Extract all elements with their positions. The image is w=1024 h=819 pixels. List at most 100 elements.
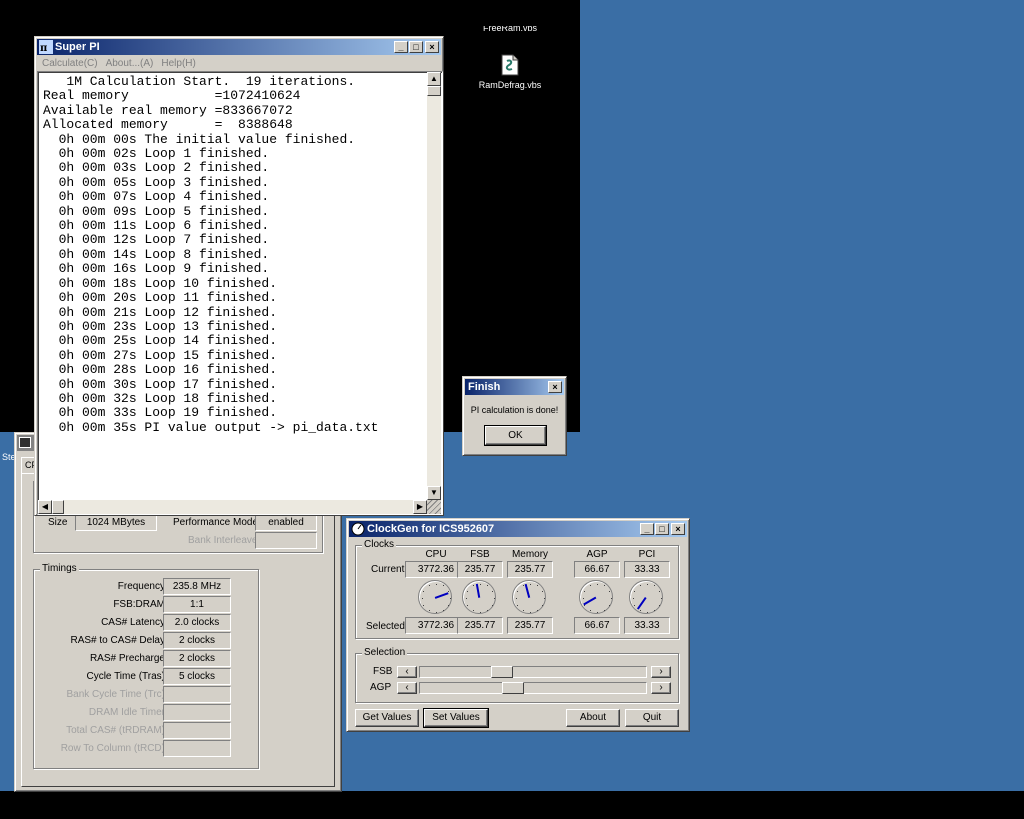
horizontal-scrollbar[interactable]: ◀ ▶	[38, 500, 427, 514]
current-label: Current	[371, 564, 405, 575]
ramdefrag-desktop-icon[interactable]: RamDefrag.vbs	[470, 52, 550, 94]
minimize-button[interactable]: _	[394, 41, 408, 53]
console-line: 0h 00m 09s Loop 5 finished.	[43, 203, 270, 219]
clockgen-title: ClockGen for ICS952607	[367, 523, 495, 535]
current-clock-value: 33.33	[624, 561, 670, 578]
clocks-group-label: Clocks	[362, 539, 397, 550]
finish-close-button[interactable]: ×	[548, 381, 562, 393]
clockgen-titlebar[interactable]: ClockGen for ICS952607 _ □ ×	[349, 521, 687, 537]
scroll-hthumb[interactable]	[52, 500, 64, 514]
scroll-thumb[interactable]	[427, 86, 441, 96]
get-values-button[interactable]: Get Values	[355, 709, 419, 727]
console-line: Real memory =1072410624	[43, 88, 301, 104]
superpi-menubar: Calculate(C) About...(A) Help(H)	[38, 56, 196, 72]
scroll-down-button[interactable]: ▼	[427, 486, 441, 500]
clock-dial-gauge	[418, 580, 452, 614]
console-line: Available real memory =833667072	[43, 102, 293, 118]
bank-interleave-label: Bank Interleave	[188, 535, 258, 546]
timing-label: RAS# Precharge	[89, 653, 165, 664]
selection-group: Selection	[355, 647, 679, 703]
bank-interleave-value	[255, 532, 317, 549]
finish-titlebar[interactable]: Finish ×	[465, 379, 564, 395]
scroll-left-button[interactable]: ◀	[38, 500, 52, 514]
console-line: 0h 00m 12s Loop 7 finished.	[43, 232, 270, 248]
desktop-icon-label: RamDefrag.vbs	[478, 80, 542, 90]
maximize-button[interactable]: □	[409, 41, 423, 53]
console-line: 0h 00m 30s Loop 17 finished.	[43, 376, 278, 392]
fsb-slider-label: FSB	[373, 666, 393, 677]
timing-value: 5 clocks	[163, 668, 231, 685]
clock-column-header: PCI	[638, 549, 656, 560]
clockgen-app-icon	[351, 522, 365, 536]
timing-label: CAS# Latency	[101, 617, 165, 628]
console-line: 0h 00m 28s Loop 16 finished.	[43, 362, 278, 378]
console-line: 0h 00m 03s Loop 2 finished.	[43, 160, 270, 176]
resize-grip[interactable]	[427, 500, 441, 514]
superpi-console-text: 1M Calculation Start. 19 iterations. Real…	[39, 73, 431, 505]
clockgen-close-button[interactable]: ×	[671, 523, 685, 535]
timing-label: Total CAS# (tRDRAM)	[66, 725, 165, 736]
menu-about[interactable]: About...(A)	[106, 56, 154, 72]
console-line: 0h 00m 25s Loop 14 finished.	[43, 333, 278, 349]
finish-dialog[interactable]: Finish × PI calculation is done! OK	[462, 376, 567, 456]
agp-slider-thumb[interactable]	[502, 682, 524, 694]
fsb-slider-thumb[interactable]	[491, 666, 513, 678]
clock-column-header: AGP	[586, 549, 608, 560]
console-line: 0h 00m 21s Loop 12 finished.	[43, 304, 278, 320]
selected-clock-value: 66.67	[574, 617, 620, 634]
fsb-decrease-button[interactable]: ‹	[397, 666, 417, 678]
scroll-right-button[interactable]: ▶	[413, 500, 427, 514]
timing-value: 235.8 MHz	[163, 578, 231, 595]
clock-dial-gauge	[462, 580, 496, 614]
superpi-window[interactable]: π Super PI _ □ × Calculate(C) About...(A…	[34, 36, 444, 516]
vertical-scrollbar[interactable]: ▲ ▼	[427, 72, 441, 500]
timing-label: DRAM Idle Timer	[88, 707, 165, 718]
agp-slider[interactable]	[419, 682, 647, 694]
menu-calculate[interactable]: Calculate(C)	[42, 56, 98, 72]
timing-label: FSB:DRAM	[113, 599, 165, 610]
selected-label: Selected	[366, 621, 405, 632]
console-line: 0h 00m 32s Loop 18 finished.	[43, 390, 278, 406]
timing-value	[163, 686, 231, 703]
timing-label: RAS# to CAS# Delay	[70, 635, 166, 646]
clockgen-minimize-button[interactable]: _	[640, 523, 654, 535]
taskbar-strip	[0, 791, 1024, 819]
console-line: 0h 00m 07s Loop 4 finished.	[43, 189, 270, 205]
console-line: 0h 00m 27s Loop 15 finished.	[43, 347, 278, 363]
superpi-titlebar[interactable]: π Super PI _ □ ×	[37, 39, 441, 55]
close-button[interactable]: ×	[425, 41, 439, 53]
clockgen-window[interactable]: ClockGen for ICS952607 _ □ × Clocks Curr…	[346, 518, 690, 732]
agp-decrease-button[interactable]: ‹	[397, 682, 417, 694]
finish-message: PI calculation is done!	[470, 405, 559, 415]
console-line: 1M Calculation Start. 19 iterations.	[43, 74, 356, 89]
timing-label: Cycle Time (Tras)	[86, 671, 165, 682]
clock-dial-gauge	[512, 580, 546, 614]
fsb-increase-button[interactable]: ›	[651, 666, 671, 678]
set-values-button[interactable]: Set Values	[423, 708, 489, 728]
superpi-app-icon: π	[39, 40, 53, 54]
clockgen-maximize-button[interactable]: □	[655, 523, 669, 535]
menu-help[interactable]: Help(H)	[161, 56, 195, 72]
console-line: 0h 00m 11s Loop 6 finished.	[43, 218, 270, 234]
timings-group-label: Timings	[40, 563, 79, 574]
size-label: Size	[48, 517, 68, 528]
fsb-slider[interactable]	[419, 666, 647, 678]
timing-value	[163, 704, 231, 721]
current-clock-value: 66.67	[574, 561, 620, 578]
scroll-up-button[interactable]: ▲	[427, 72, 441, 86]
console-line: 0h 00m 16s Loop 9 finished.	[43, 261, 270, 277]
timing-label: Frequency	[117, 581, 165, 592]
desktop-icon-label-top[interactable]: FreeRam.vbs	[480, 26, 540, 34]
quit-button[interactable]: Quit	[625, 709, 679, 727]
console-line: 0h 00m 00s The initial value finished.	[43, 131, 356, 147]
current-clock-value: 235.77	[507, 561, 553, 578]
size-value: 1024 MBytes	[75, 514, 157, 531]
console-line: 0h 00m 14s Loop 8 finished.	[43, 246, 270, 262]
console-line: 0h 00m 18s Loop 10 finished.	[43, 275, 278, 291]
ok-button[interactable]: OK	[484, 425, 547, 446]
selected-clock-value: 235.77	[507, 617, 553, 634]
about-button[interactable]: About	[566, 709, 620, 727]
agp-increase-button[interactable]: ›	[651, 682, 671, 694]
console-line: 0h 00m 35s PI value output -> pi_data.tx…	[43, 419, 379, 435]
clock-dial-gauge	[629, 580, 663, 614]
